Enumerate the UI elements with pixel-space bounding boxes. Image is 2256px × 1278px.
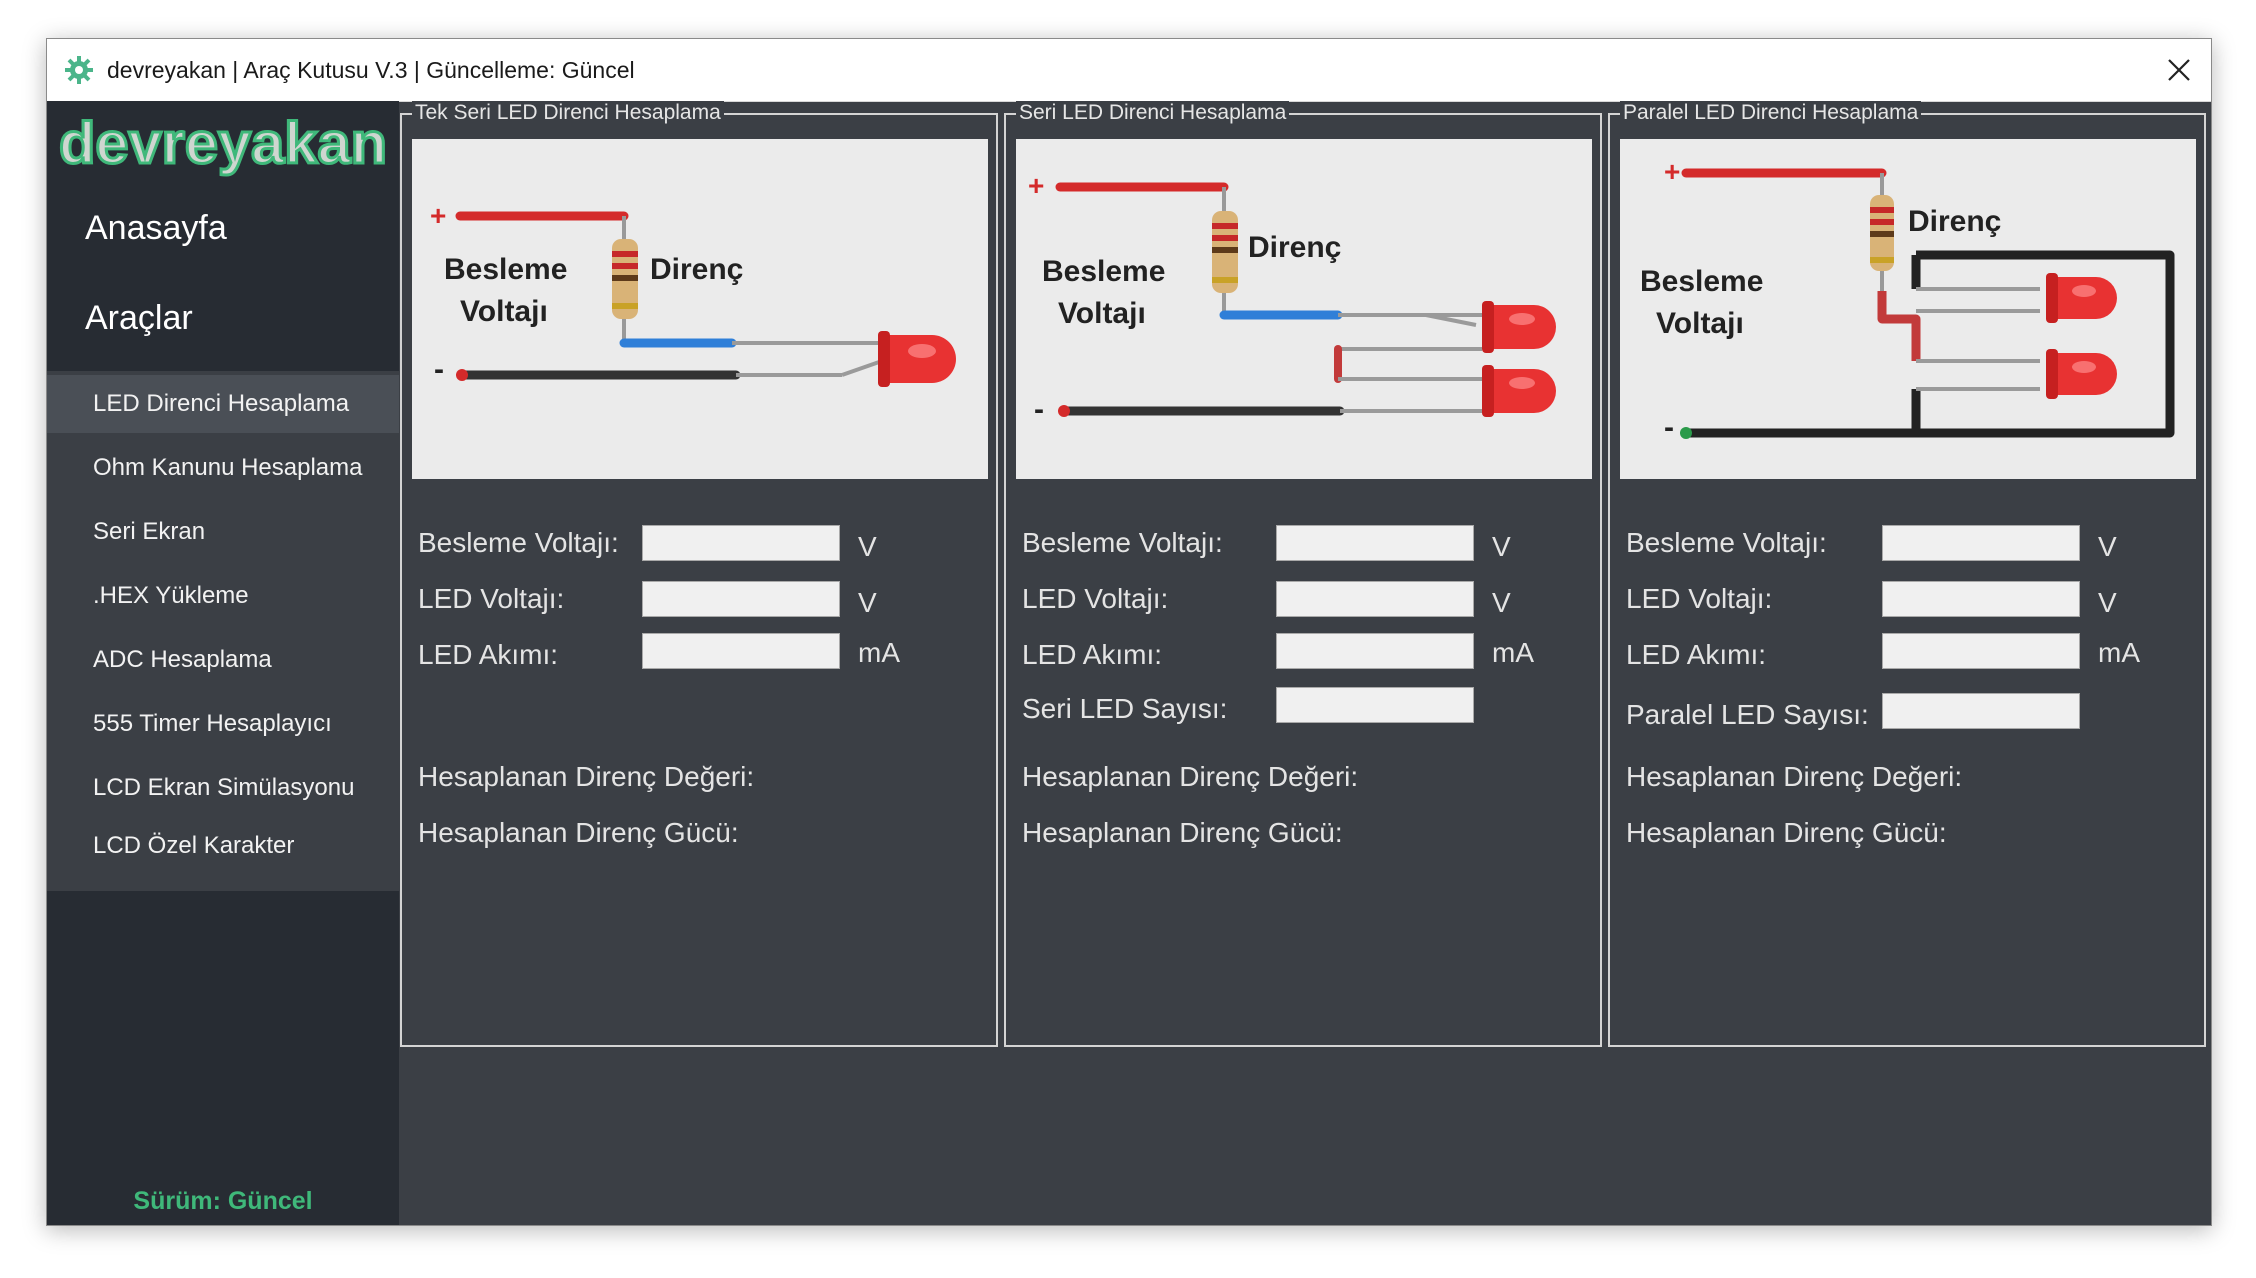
sidebar: devreyakan Anasayfa Araçlar LED Direnci … bbox=[47, 101, 399, 1225]
plus-label: + bbox=[430, 200, 446, 231]
unit-v: V bbox=[2098, 587, 2117, 618]
window-title: devreyakan | Araç Kutusu V.3 | Güncellem… bbox=[107, 57, 635, 83]
unit-ma: mA bbox=[1492, 637, 1534, 668]
supply-label-2: Voltajı bbox=[1058, 297, 1146, 330]
input-led-voltaji[interactable] bbox=[642, 581, 840, 617]
input-paralel-led-sayisi[interactable] bbox=[1882, 693, 2080, 729]
app-window: devreyakan | Araç Kutusu V.3 | Güncellem… bbox=[46, 38, 2212, 1226]
nav-anasayfa[interactable]: Anasayfa bbox=[85, 209, 227, 248]
label-besleme-voltaji: Besleme Voltajı: bbox=[1022, 527, 1223, 558]
label-led-voltaji: LED Voltajı: bbox=[418, 583, 565, 614]
menu-555-timer-hesaplayici[interactable]: 555 Timer Hesaplayıcı bbox=[47, 695, 399, 753]
supply-label-2: Voltajı bbox=[1656, 307, 1744, 340]
menu-hex-yukleme[interactable]: .HEX Yükleme bbox=[47, 567, 399, 625]
plus-label: + bbox=[1664, 156, 1680, 187]
tools-submenu: LED Direnci Hesaplama Ohm Kanunu Hesapla… bbox=[47, 371, 399, 891]
unit-v: V bbox=[858, 531, 877, 562]
panel-legend: Seri LED Direnci Hesaplama bbox=[1016, 101, 1290, 125]
result-power-label: Hesaplanan Direnç Gücü: bbox=[1626, 817, 1947, 848]
result-power-label: Hesaplanan Direnç Gücü: bbox=[418, 817, 739, 848]
version-label: Sürüm: Güncel bbox=[133, 1187, 313, 1215]
input-besleme-voltaji[interactable] bbox=[1276, 525, 1474, 561]
resistor-icon bbox=[1212, 211, 1238, 293]
panel-paralel-led: Paralel LED Direnci Hesaplama + - Beslem… bbox=[1608, 101, 2206, 1047]
menu-lcd-ekran-simulasyonu[interactable]: LCD Ekran Simülasyonu bbox=[47, 759, 399, 817]
led-icon bbox=[2046, 349, 2117, 399]
input-led-akimi[interactable] bbox=[1882, 633, 2080, 669]
led-icon bbox=[2046, 273, 2117, 323]
gear-chip-icon bbox=[65, 56, 93, 84]
input-seri-led-sayisi[interactable] bbox=[1276, 687, 1474, 723]
unit-v: V bbox=[858, 587, 877, 618]
label-led-akimi: LED Akımı: bbox=[1022, 639, 1163, 670]
unit-ma: mA bbox=[858, 637, 900, 668]
supply-label-1: Besleme bbox=[444, 253, 567, 286]
label-paralel-led-sayisi: Paralel LED Sayısı: bbox=[1626, 699, 1869, 730]
supply-label-2: Voltajı bbox=[460, 295, 548, 328]
panel-legend: Paralel LED Direnci Hesaplama bbox=[1620, 101, 1922, 125]
unit-ma: mA bbox=[2098, 637, 2140, 668]
minus-label: - bbox=[1664, 411, 1674, 444]
minus-label: - bbox=[1034, 393, 1044, 426]
panel-tek-seri-led: Tek Seri LED Direnci Hesaplama + - Besle… bbox=[400, 101, 998, 1047]
label-led-voltaji: LED Voltajı: bbox=[1626, 583, 1773, 614]
label-besleme-voltaji: Besleme Voltajı: bbox=[1626, 527, 1827, 558]
menu-led-direnci-hesaplama[interactable]: LED Direnci Hesaplama bbox=[47, 375, 399, 433]
circuit-diagram-single-led: + - Besleme Voltajı Direnç bbox=[412, 139, 988, 479]
close-button[interactable] bbox=[2147, 39, 2211, 101]
unit-v: V bbox=[1492, 531, 1511, 562]
unit-v: V bbox=[1492, 587, 1511, 618]
unit-v: V bbox=[2098, 531, 2117, 562]
result-resistance-label: Hesaplanan Direnç Değeri: bbox=[418, 761, 755, 792]
input-led-voltaji[interactable] bbox=[1276, 581, 1474, 617]
resistor-label: Direnç bbox=[650, 253, 743, 286]
result-resistance-label: Hesaplanan Direnç Değeri: bbox=[1626, 761, 1963, 792]
circuit-diagram-parallel-led: + - Besleme Voltajı Direnç bbox=[1620, 139, 2196, 479]
label-seri-led-sayisi: Seri LED Sayısı: bbox=[1022, 693, 1228, 724]
supply-label-1: Besleme bbox=[1042, 255, 1165, 288]
minus-label: - bbox=[434, 353, 444, 386]
panel-legend: Tek Seri LED Direnci Hesaplama bbox=[412, 101, 724, 125]
resistor-icon bbox=[1870, 195, 1894, 271]
led-icon bbox=[878, 331, 956, 387]
label-led-akimi: LED Akımı: bbox=[418, 639, 559, 670]
plus-label: + bbox=[1028, 170, 1044, 201]
menu-lcd-ozel-karakter[interactable]: LCD Özel Karakter bbox=[47, 817, 399, 875]
panel-seri-led: Seri LED Direnci Hesaplama + - Besleme V… bbox=[1004, 101, 1602, 1047]
resistor-icon bbox=[612, 239, 638, 319]
result-power-label: Hesaplanan Direnç Gücü: bbox=[1022, 817, 1343, 848]
label-led-akimi: LED Akımı: bbox=[1626, 639, 1767, 670]
devreyakan-logo: devreyakan bbox=[58, 110, 389, 178]
label-besleme-voltaji: Besleme Voltajı: bbox=[418, 527, 619, 558]
svg-text:devreyakan: devreyakan bbox=[59, 111, 387, 176]
nav-araclar[interactable]: Araçlar bbox=[85, 299, 193, 338]
input-besleme-voltaji[interactable] bbox=[1882, 525, 2080, 561]
menu-adc-hesaplama[interactable]: ADC Hesaplama bbox=[47, 631, 399, 689]
circuit-diagram-series-led: + - Besleme Voltajı Direnç bbox=[1016, 139, 1592, 479]
menu-ohm-kanunu-hesaplama[interactable]: Ohm Kanunu Hesaplama bbox=[47, 439, 399, 497]
resistor-label: Direnç bbox=[1908, 205, 2001, 238]
input-besleme-voltaji[interactable] bbox=[642, 525, 840, 561]
led-icon bbox=[1482, 365, 1556, 417]
input-led-voltaji[interactable] bbox=[1882, 581, 2080, 617]
close-icon bbox=[2168, 59, 2190, 81]
led-icon bbox=[1482, 301, 1556, 353]
title-bar: devreyakan | Araç Kutusu V.3 | Güncellem… bbox=[47, 39, 2211, 102]
label-led-voltaji: LED Voltajı: bbox=[1022, 583, 1169, 614]
input-led-akimi[interactable] bbox=[1276, 633, 1474, 669]
resistor-label: Direnç bbox=[1248, 231, 1341, 264]
result-resistance-label: Hesaplanan Direnç Değeri: bbox=[1022, 761, 1359, 792]
input-led-akimi[interactable] bbox=[642, 633, 840, 669]
supply-label-1: Besleme bbox=[1640, 265, 1763, 298]
menu-seri-ekran[interactable]: Seri Ekran bbox=[47, 503, 399, 561]
